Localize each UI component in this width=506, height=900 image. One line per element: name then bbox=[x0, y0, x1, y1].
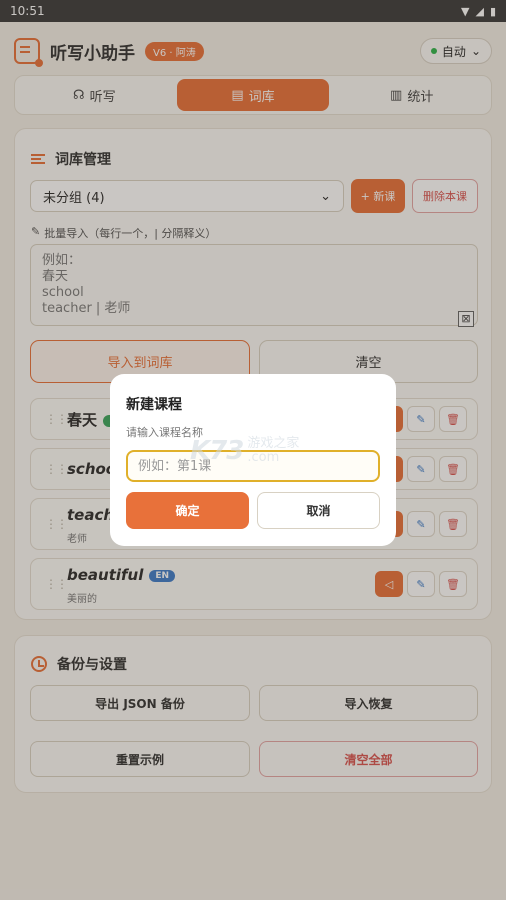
lesson-name-input[interactable] bbox=[126, 450, 380, 482]
cancel-button[interactable]: 取消 bbox=[257, 492, 380, 529]
new-lesson-dialog: 新建课程 请输入课程名称 确定 取消 bbox=[110, 374, 396, 546]
dialog-label: 请输入课程名称 bbox=[126, 426, 203, 439]
confirm-button[interactable]: 确定 bbox=[126, 492, 249, 529]
dialog-title: 新建课程 bbox=[126, 397, 182, 413]
